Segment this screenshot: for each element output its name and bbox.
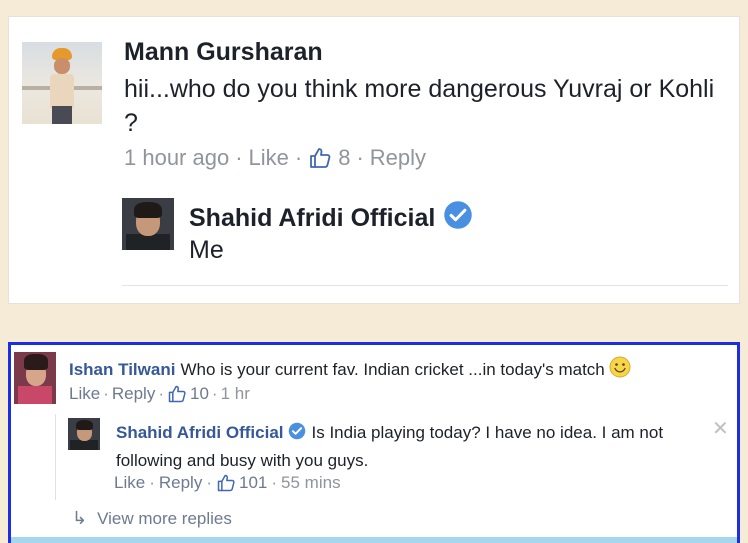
meta-separator: · xyxy=(206,473,212,492)
reply-author-line: Shahid Afridi Official xyxy=(189,200,473,237)
thumbs-up-icon[interactable] xyxy=(216,473,236,493)
reply-arrow-icon: ↳ xyxy=(72,508,88,528)
thumbs-up-icon[interactable] xyxy=(167,384,187,404)
reply-author-name[interactable]: Shahid Afridi Official xyxy=(116,423,284,442)
like-count[interactable]: 10 xyxy=(190,384,209,404)
avatar[interactable] xyxy=(122,198,174,250)
comment-meta: Like · Reply · 10 · 1 hr xyxy=(69,384,250,404)
selection-strip xyxy=(11,537,737,543)
smiley-icon xyxy=(609,356,631,383)
comment-timestamp[interactable]: 1 hour ago xyxy=(124,145,229,171)
meta-separator: · xyxy=(356,145,364,170)
like-count[interactable]: 101 xyxy=(239,473,267,493)
comment-text: Who is your current fav. Indian cricket … xyxy=(180,359,605,379)
comment-author-name[interactable]: Ishan Tilwani xyxy=(69,360,175,380)
comment-timestamp[interactable]: 1 hr xyxy=(221,384,250,404)
view-more-replies-link[interactable]: ↳ View more replies xyxy=(72,508,232,529)
like-count[interactable]: 8 xyxy=(338,145,350,171)
close-icon[interactable]: ✕ xyxy=(712,416,729,441)
reply-link[interactable]: Reply xyxy=(112,384,155,404)
reply-timestamp[interactable]: 55 mins xyxy=(281,473,341,493)
reply-author-name[interactable]: Shahid Afridi Official xyxy=(189,204,435,233)
avatar[interactable] xyxy=(22,42,102,124)
like-link[interactable]: Like xyxy=(114,473,145,493)
view-more-label[interactable]: View more replies xyxy=(97,509,232,529)
like-link[interactable]: Like xyxy=(249,145,289,171)
meta-separator: · xyxy=(149,473,155,492)
avatar[interactable] xyxy=(14,352,56,404)
meta-separator: · xyxy=(211,384,218,403)
reply-thread-line xyxy=(55,414,56,500)
comment-line: Ishan Tilwani Who is your current fav. I… xyxy=(69,356,631,383)
reply-link[interactable]: Reply xyxy=(159,473,202,493)
like-link[interactable]: Like xyxy=(69,384,100,404)
meta-separator: · xyxy=(271,473,278,492)
comment-author-name[interactable]: Mann Gursharan xyxy=(124,38,323,67)
reply-body: Shahid Afridi Official Is India playing … xyxy=(116,420,706,474)
comment-text: hii...who do you think more dangerous Yu… xyxy=(124,75,715,137)
meta-separator: · xyxy=(235,145,243,170)
thumbs-up-icon[interactable] xyxy=(308,146,332,170)
reply-link[interactable]: Reply xyxy=(370,145,426,171)
reply-meta: Like · Reply · 101 · 55 mins xyxy=(114,473,341,493)
meta-separator: · xyxy=(103,384,109,403)
comment-meta: 1 hour ago · Like · 8 · Reply xyxy=(124,145,426,171)
avatar[interactable] xyxy=(68,418,100,450)
verified-badge-icon xyxy=(288,422,306,448)
meta-separator: · xyxy=(294,145,303,170)
reply-text: Me xyxy=(189,236,224,264)
verified-badge-icon xyxy=(443,200,473,237)
meta-separator: · xyxy=(158,384,164,403)
divider xyxy=(122,285,728,286)
